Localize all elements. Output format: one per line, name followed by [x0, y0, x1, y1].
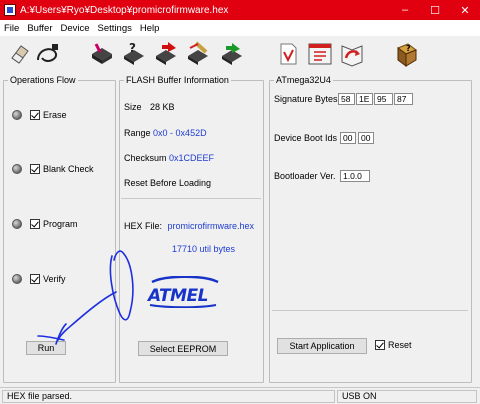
program-checkbox[interactable]	[30, 219, 40, 229]
boot-ids-label: Device Boot Ids	[274, 133, 338, 143]
select-eeprom-button[interactable]: Select EEPROM	[138, 341, 228, 356]
toolbar: ? ?	[0, 36, 480, 72]
hex-file-row: HEX File: promicrofirmware.hex	[124, 221, 254, 231]
device-divider	[272, 310, 468, 311]
book-icon[interactable]	[306, 40, 334, 68]
menu-buffer[interactable]: Buffer	[23, 23, 56, 34]
signature-byte-3: 95	[374, 93, 393, 105]
blank-check-checkbox[interactable]	[30, 164, 40, 174]
blank-check-label: Blank Check	[43, 164, 94, 174]
operations-flow-title: Operations Flow	[8, 75, 78, 85]
menu-settings[interactable]: Settings	[94, 23, 136, 34]
signature-byte-1: 58	[338, 93, 355, 105]
svg-text:?: ?	[406, 44, 411, 53]
size-label: Size	[124, 102, 142, 112]
atmel-logo-text: ATMEL	[146, 286, 208, 306]
close-button[interactable]: ✕	[450, 0, 480, 20]
verify-label: Verify	[43, 274, 66, 284]
question-chip-icon[interactable]: ?	[120, 40, 148, 68]
hex-file-label: HEX File:	[124, 221, 163, 231]
start-application-button[interactable]: Start Application	[277, 338, 367, 354]
range-value: 0x0 - 0x452D	[153, 128, 207, 138]
bootloader-version-field: 1.0.0	[340, 170, 370, 182]
verify-checkbox[interactable]	[30, 274, 40, 284]
chip-check-icon[interactable]	[218, 40, 246, 68]
flash-buffer-panel: FLASH Buffer Information	[119, 75, 264, 383]
checksum-value: 0x1CDEEF	[169, 153, 215, 163]
checksum-row: Checksum 0x1CDEEF	[124, 153, 214, 163]
status-led	[12, 164, 22, 174]
usb-cable-icon[interactable]	[34, 40, 62, 68]
step-program: Program	[12, 217, 78, 231]
signature-byte-4: 87	[394, 93, 413, 105]
signature-byte-2: 1E	[356, 93, 373, 105]
range-label: Range	[124, 128, 151, 138]
boot-id-2: 00	[358, 132, 374, 144]
menu-help[interactable]: Help	[136, 23, 164, 34]
menu-device[interactable]: Device	[57, 23, 94, 34]
minimize-button[interactable]: –	[390, 0, 420, 20]
usb-status: USB ON	[337, 390, 477, 403]
book-arrow-icon[interactable]	[338, 40, 366, 68]
atmel-logo-swoosh	[151, 276, 219, 284]
maximize-button[interactable]: ☐	[420, 0, 450, 20]
hex-file-name: promicrofirmware.hex	[167, 221, 255, 231]
bootloader-version-label: Bootloader Ver.	[274, 171, 336, 181]
erase-label: Erase	[43, 110, 67, 120]
device-title: ATmega32U4	[274, 75, 333, 85]
title-bar: A:¥Users¥Ryo¥Desktop¥promicrofirmware.he…	[0, 0, 480, 20]
erase-checkbox[interactable]	[30, 110, 40, 120]
range-row: Range 0x0 - 0x452D	[124, 128, 207, 138]
eraser-icon[interactable]	[6, 40, 34, 68]
menu-file[interactable]: File	[0, 23, 23, 34]
flash-buffer-title: FLASH Buffer Information	[124, 75, 231, 85]
util-bytes: 17710 util bytes	[172, 244, 236, 254]
step-erase: Erase	[12, 108, 67, 122]
reset-option: Reset	[375, 340, 412, 350]
size-value: 28 KB	[150, 102, 175, 112]
step-verify: Verify	[12, 272, 66, 286]
signature-bytes-label: Signature Bytes	[274, 94, 338, 104]
open-file-icon[interactable]	[274, 40, 302, 68]
step-blank-check: Blank Check	[12, 162, 94, 176]
status-message: HEX file parsed.	[2, 390, 335, 403]
size-row: Size 28 KB	[124, 102, 175, 112]
status-led	[12, 219, 22, 229]
operations-flow-panel: Operations Flow	[3, 75, 116, 383]
boot-id-1: 00	[340, 132, 356, 144]
window-title: A:¥Users¥Ryo¥Desktop¥promicrofirmware.he…	[20, 4, 229, 16]
run-button[interactable]: Run	[26, 341, 66, 355]
reset-before-loading: Reset Before Loading	[124, 178, 212, 188]
memory-chip-icon[interactable]	[88, 40, 116, 68]
help-book-icon[interactable]: ?	[392, 40, 420, 68]
atmel-logo: ATMEL	[146, 276, 219, 308]
svg-text:?: ?	[129, 41, 136, 55]
checksum-label: Checksum	[124, 153, 167, 163]
chip-arrow-icon[interactable]	[152, 40, 180, 68]
chip-edit-icon[interactable]	[184, 40, 212, 68]
panel-divider	[121, 198, 261, 199]
status-led	[12, 110, 22, 120]
status-led	[12, 274, 22, 284]
reset-checkbox[interactable]	[375, 340, 385, 350]
app-icon	[4, 4, 16, 16]
reset-label: Reset	[388, 340, 412, 350]
program-label: Program	[43, 219, 78, 229]
status-bar: HEX file parsed. USB ON	[0, 387, 480, 404]
menu-bar: File Buffer Device Settings Help	[0, 20, 480, 36]
